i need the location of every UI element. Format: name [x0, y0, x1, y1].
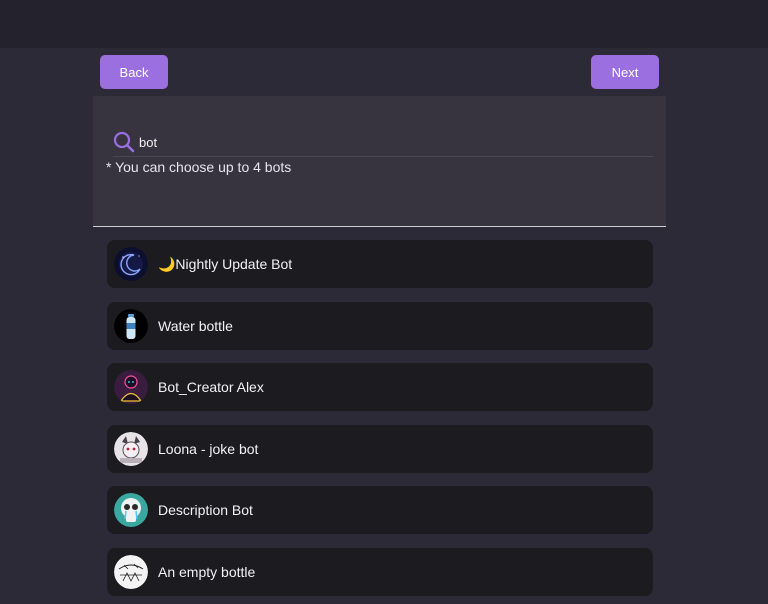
bot-item-description-bot[interactable]: Description Bot	[107, 486, 653, 534]
search-input[interactable]	[139, 134, 619, 150]
bot-name: Bot_Creator Alex	[158, 379, 264, 395]
bot-item-bot-creator-alex[interactable]: Bot_Creator Alex	[107, 363, 653, 411]
wolf-character-avatar	[114, 432, 148, 466]
sketch-drawing-avatar	[114, 555, 148, 589]
bot-item-water-bottle[interactable]: Water bottle	[107, 302, 653, 350]
bot-item-loona-joke-bot[interactable]: Loona - joke bot	[107, 425, 653, 473]
water-bottle-avatar	[114, 309, 148, 343]
back-button[interactable]: Back	[100, 55, 168, 89]
search-icon	[113, 131, 135, 153]
top-bar	[0, 0, 768, 48]
bot-item-nightly-update[interactable]: 🌙Nightly Update Bot	[107, 240, 653, 288]
search-panel: * You can choose up to 4 bots	[93, 96, 666, 227]
bot-name: An empty bottle	[158, 564, 256, 580]
crying-skull-avatar	[114, 493, 148, 527]
bot-name: Water bottle	[158, 318, 233, 334]
bot-name: Description Bot	[158, 502, 253, 518]
bot-item-empty-bottle[interactable]: An empty bottle	[107, 548, 653, 596]
crescent-moon-avatar	[114, 247, 148, 281]
neon-figure-avatar	[114, 370, 148, 404]
bot-name: Loona - joke bot	[158, 441, 259, 457]
bot-name: 🌙Nightly Update Bot	[158, 255, 293, 272]
bot-limit-hint: * You can choose up to 4 bots	[106, 159, 292, 175]
next-button[interactable]: Next	[591, 55, 659, 89]
search-field[interactable]	[113, 128, 653, 157]
